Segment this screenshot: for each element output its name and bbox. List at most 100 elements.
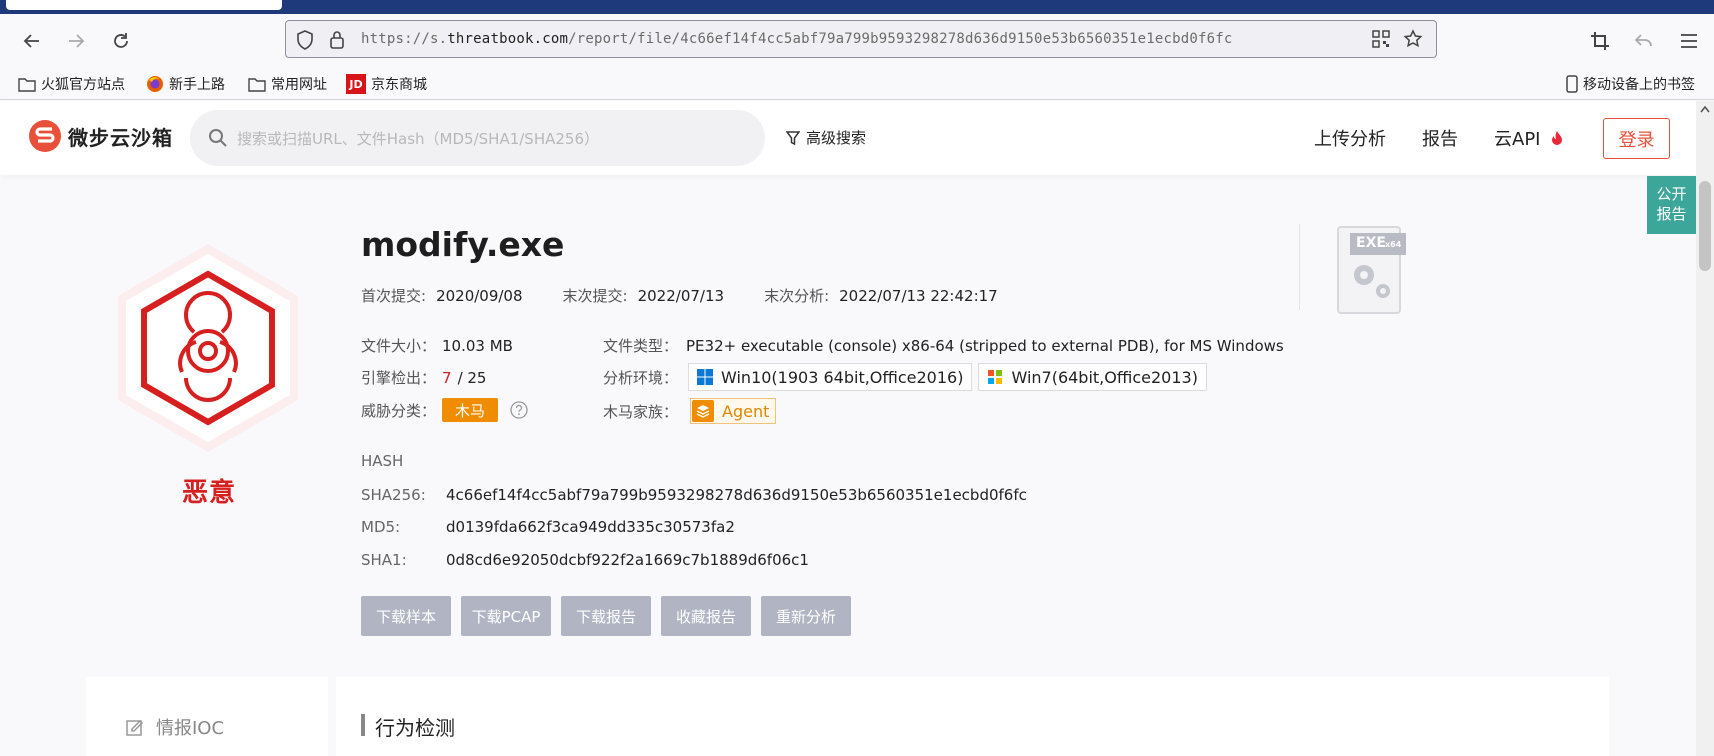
file-type-row: 文件类型： PE32+ executable (console) x86-64 … <box>603 335 1284 356</box>
folder-icon <box>248 77 266 92</box>
md5-value[interactable]: d0139fda662f3ca949dd335c30573fa2 <box>446 518 735 536</box>
bookmark-label: 移动设备上的书签 <box>1583 77 1695 93</box>
site-logo[interactable]: 微步云沙箱 <box>28 119 173 153</box>
engine-hits: 7 <box>442 368 452 387</box>
login-button[interactable]: 登录 <box>1603 118 1670 159</box>
url-text[interactable]: https://s.threatbook.com/report/file/4c6… <box>361 31 1233 47</box>
windows-icon <box>697 369 714 385</box>
file-type-label: 文件类型： <box>603 337 679 355</box>
reanalyze-button[interactable]: 重新分析 <box>761 596 851 636</box>
family-value: Agent <box>722 401 770 421</box>
download-report-button[interactable]: 下载报告 <box>561 596 651 636</box>
advanced-search-link[interactable]: 高级搜索 <box>786 127 866 148</box>
family-label: 木马家族： <box>603 402 679 421</box>
favorite-report-button[interactable]: 收藏报告 <box>661 596 751 636</box>
bookmark-getting-started[interactable]: 新手上路 <box>146 73 225 95</box>
browser-tab-strip <box>0 0 1714 14</box>
bookmark-mobile[interactable]: 移动设备上的书签 <box>1566 73 1695 95</box>
windows-classic-icon <box>988 370 1003 384</box>
url-bar[interactable]: https://s.threatbook.com/report/file/4c6… <box>285 20 1437 58</box>
nav-reports[interactable]: 报告 <box>1422 125 1458 151</box>
submit-info-row: 首次提交: 2020/09/08 末次提交: 2022/07/13 末次分析: … <box>361 285 998 306</box>
bookmark-label: 火狐官方站点 <box>41 77 125 93</box>
sha1-value[interactable]: 0d8cd6e92050dcbf922f2a1669c7b1889d6f06c1 <box>446 551 809 569</box>
logo-text: 微步云沙箱 <box>68 125 173 150</box>
family-tag[interactable]: Agent <box>690 398 777 424</box>
last-analysis-value: 2022/07/13 22:42:17 <box>839 286 998 305</box>
bookmark-firefox-site[interactable]: 火狐官方站点 <box>18 73 125 95</box>
malicious-hexagon-icon <box>118 244 298 452</box>
bookmark-jd[interactable]: JD 京东商城 <box>346 73 427 95</box>
star-icon[interactable] <box>1403 29 1423 53</box>
help-icon[interactable] <box>510 401 528 419</box>
reload-icon[interactable] <box>106 26 136 56</box>
hot-flame-icon <box>1552 131 1563 145</box>
qr-code-icon[interactable] <box>1372 30 1390 52</box>
download-sample-button[interactable]: 下载样本 <box>361 596 451 636</box>
env-label: 分析环境： <box>603 368 679 387</box>
bookmarks-bar: 火狐官方站点 新手上路 常用网址 JD 京东商城 移动设备上的书签 <box>0 68 1714 100</box>
public-report-button[interactable]: 公开 报告 <box>1647 176 1696 234</box>
sha1-label: SHA1: <box>361 551 407 569</box>
file-name: modify.exe <box>361 225 565 264</box>
exe-badge-sub: x64 <box>1385 240 1402 249</box>
mobile-icon <box>1566 75 1578 93</box>
bookmark-label: 新手上路 <box>169 77 225 93</box>
search-placeholder: 搜索或扫描URL、文件Hash（MD5/SHA1/SHA256） <box>237 130 599 148</box>
folder-icon <box>18 77 36 92</box>
engine-label: 引擎检出： <box>361 369 437 387</box>
last-submit-value: 2022/07/13 <box>637 286 725 305</box>
menu-icon[interactable] <box>1674 26 1704 56</box>
section-marker <box>361 714 365 736</box>
env-win7[interactable]: Win7(64bit,Office2013) <box>978 363 1207 391</box>
page-scrollbar[interactable] <box>1696 101 1714 756</box>
threat-row: 威胁分类： 木马 <box>361 398 528 422</box>
nav-upload-analysis[interactable]: 上传分析 <box>1314 125 1386 151</box>
scrollbar-thumb[interactable] <box>1699 181 1711 271</box>
forward-icon[interactable] <box>61 26 91 56</box>
firefox-icon <box>147 76 163 92</box>
env-win10[interactable]: Win10(1903 64bit,Office2016) <box>688 363 973 391</box>
sha256-value[interactable]: 4c66ef14f4cc5abf79a799b9593298278d636d91… <box>446 486 1027 504</box>
back-icon[interactable] <box>17 26 47 56</box>
crop-icon[interactable] <box>1585 26 1615 56</box>
active-tab[interactable] <box>6 0 282 10</box>
last-submit-label: 末次提交: <box>562 287 628 305</box>
file-size-label: 文件大小： <box>361 337 437 355</box>
undo-icon[interactable] <box>1629 26 1659 56</box>
sidebar-panel: 情报IOC <box>86 677 328 756</box>
behavior-section-title: 行为检测 <box>375 716 455 740</box>
exe-badge-text: EXE <box>1356 235 1386 251</box>
lock-icon[interactable] <box>329 30 345 54</box>
search-input[interactable]: 搜索或扫描URL、文件Hash（MD5/SHA1/SHA256） <box>190 110 765 166</box>
advanced-search-label: 高级搜索 <box>806 129 867 147</box>
logo-icon <box>29 120 61 152</box>
edit-note-icon <box>126 719 144 736</box>
nav-cloud-api-label: 云API <box>1494 129 1541 150</box>
file-size-value: 10.03 MB <box>442 336 513 355</box>
browser-toolbar: https://s.threatbook.com/report/file/4c6… <box>0 14 1714 68</box>
shield-icon[interactable] <box>296 30 314 54</box>
env-win10-label: Win10(1903 64bit,Office2016) <box>721 367 964 387</box>
layers-icon <box>692 400 715 422</box>
engine-total: / 25 <box>457 368 487 387</box>
sidebar-item-ioc[interactable]: 情报IOC <box>126 714 224 740</box>
sha256-label: SHA256: <box>361 486 426 504</box>
bookmark-label: 京东商城 <box>371 77 427 93</box>
public-report-line2: 报告 <box>1656 205 1687 223</box>
behavior-panel: 行为检测 <box>336 677 1609 756</box>
scroll-up-icon[interactable] <box>1700 105 1710 113</box>
file-type-value: PE32+ executable (console) x86-64 (strip… <box>686 336 1284 355</box>
public-report-line1: 公开 <box>1656 185 1687 203</box>
download-pcap-button[interactable]: 下载PCAP <box>461 596 551 636</box>
divider <box>1299 224 1300 310</box>
nav-cloud-api[interactable]: 云API <box>1494 125 1564 151</box>
env-row: 分析环境： Win10(1903 64bit,Office2016) Win7(… <box>603 363 1213 391</box>
threat-tag[interactable]: 木马 <box>442 398 499 422</box>
bookmark-label: 常用网址 <box>271 77 327 93</box>
jd-icon: JD <box>346 74 366 94</box>
bookmark-common-sites[interactable]: 常用网址 <box>248 73 327 95</box>
engine-row: 引擎检出： 7 / 25 <box>361 367 486 388</box>
last-analysis-label: 末次分析: <box>764 287 830 305</box>
file-size-row: 文件大小： 10.03 MB <box>361 335 513 356</box>
